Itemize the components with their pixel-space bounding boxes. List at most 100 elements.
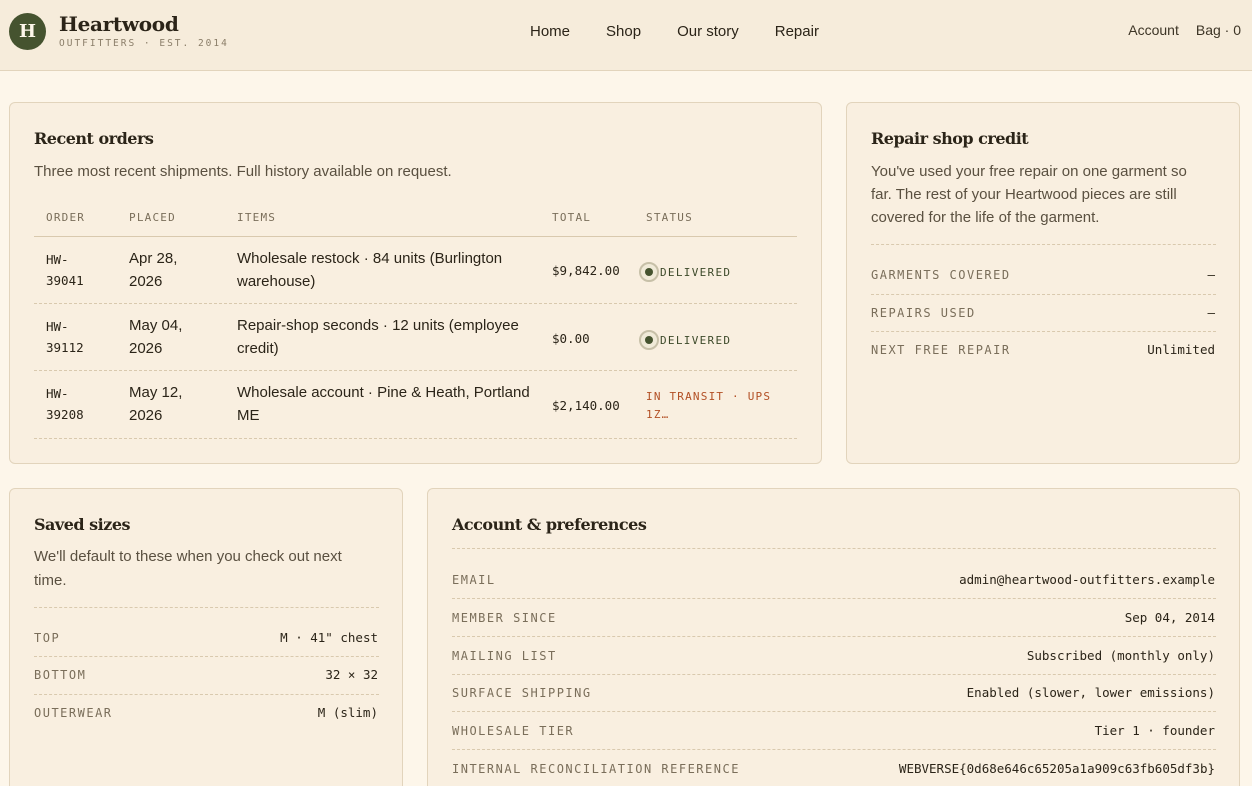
nav-our-story[interactable]: Our story bbox=[677, 23, 739, 40]
main-nav: Home Shop Our story Repair bbox=[530, 23, 855, 40]
divider bbox=[34, 607, 379, 608]
divider bbox=[871, 331, 1216, 332]
recent-orders-subtitle: Three most recent shipments. Full histor… bbox=[34, 163, 452, 180]
order-total: $2,140.00 bbox=[552, 398, 620, 413]
column-header-items: ITEMS bbox=[237, 211, 277, 224]
size-top-value: M · 41" chest bbox=[280, 630, 378, 645]
repairs-used-value: — bbox=[1207, 305, 1215, 320]
saved-sizes-body: time. bbox=[34, 572, 67, 589]
saved-sizes-card: Saved sizes We'll default to these when … bbox=[9, 488, 403, 786]
order-id-number: 39208 bbox=[46, 407, 84, 422]
repair-credit-card: Repair shop credit You've used your free… bbox=[846, 102, 1240, 464]
row-divider bbox=[34, 303, 797, 304]
garments-covered-value: — bbox=[1207, 267, 1215, 282]
status-label: DELIVERED bbox=[660, 333, 732, 347]
order-id-number: 39112 bbox=[46, 340, 84, 355]
divider bbox=[871, 294, 1216, 295]
reconciliation-reference-label: INTERNAL RECONCILIATION REFERENCE bbox=[452, 762, 740, 776]
divider bbox=[452, 548, 1216, 549]
repair-credit-body: far. The rest of your Heartwood pieces a… bbox=[871, 186, 1177, 203]
nav-home[interactable]: Home bbox=[530, 23, 570, 40]
bag-link[interactable]: Bag · 0 bbox=[1196, 22, 1241, 38]
recent-orders-title: Recent orders bbox=[34, 129, 154, 148]
divider bbox=[452, 598, 1216, 599]
next-free-repair-value: Unlimited bbox=[1147, 342, 1215, 357]
order-placed-year: 2026 bbox=[129, 407, 163, 424]
recent-orders-card: Recent orders Three most recent shipment… bbox=[9, 102, 822, 464]
order-total: $9,842.00 bbox=[552, 263, 620, 278]
brand-logo[interactable]: H bbox=[9, 13, 46, 50]
brand-name[interactable]: Heartwood bbox=[59, 12, 179, 36]
account-preferences-card: Account & preferences EMAIL admin@heartw… bbox=[427, 488, 1240, 786]
status-label: DELIVERED bbox=[660, 265, 732, 279]
divider bbox=[871, 244, 1216, 245]
size-outerwear-value: M (slim) bbox=[317, 705, 378, 720]
nav-repair[interactable]: Repair bbox=[775, 23, 819, 40]
surface-shipping-label: SURFACE SHIPPING bbox=[452, 686, 592, 700]
divider bbox=[34, 656, 379, 657]
order-items: Wholesale account · Pine & Heath, Portla… bbox=[237, 384, 530, 401]
column-header-total: TOTAL bbox=[552, 211, 592, 224]
wholesale-tier-label: WHOLESALE TIER bbox=[452, 724, 575, 738]
member-since-label: MEMBER SINCE bbox=[452, 611, 557, 625]
size-top-label: TOP bbox=[34, 631, 61, 645]
wholesale-tier-value: Tier 1 · founder bbox=[1094, 723, 1215, 738]
status-in-transit[interactable]: IN TRANSIT · UPS 1Z… bbox=[646, 388, 786, 424]
mailing-list-label: MAILING LIST bbox=[452, 649, 557, 663]
order-total: $0.00 bbox=[552, 331, 590, 346]
delivered-dot-icon bbox=[639, 330, 659, 350]
order-id-prefix: HW- bbox=[46, 386, 69, 401]
column-header-order: ORDER bbox=[46, 211, 86, 224]
column-header-placed: PLACED bbox=[129, 211, 176, 224]
saved-sizes-title: Saved sizes bbox=[34, 515, 131, 534]
email-value: admin@heartwood-outfitters.example bbox=[959, 572, 1215, 587]
table-header-divider bbox=[34, 236, 797, 237]
next-free-repair-label: NEXT FREE REPAIR bbox=[871, 343, 1011, 357]
row-divider bbox=[34, 438, 797, 439]
order-placed-year: 2026 bbox=[129, 340, 163, 357]
reconciliation-reference-value: WEBVERSE{0d68e646c65205a1a909c63fb605df3… bbox=[898, 761, 1215, 776]
order-items: Repair-shop seconds · 12 units (employee bbox=[237, 317, 519, 334]
order-items-cont: ME bbox=[237, 407, 260, 424]
tracking-number: 1Z… bbox=[646, 408, 670, 421]
mailing-list-value: Subscribed (monthly only) bbox=[1026, 648, 1215, 663]
column-header-status: STATUS bbox=[646, 211, 693, 224]
divider bbox=[452, 674, 1216, 675]
garments-covered-label: GARMENTS COVERED bbox=[871, 268, 1011, 282]
status-label: IN TRANSIT · UPS bbox=[646, 390, 772, 403]
row-divider bbox=[34, 370, 797, 371]
order-id-prefix: HW- bbox=[46, 319, 69, 334]
email-label: EMAIL bbox=[452, 573, 496, 587]
saved-sizes-body: We'll default to these when you check ou… bbox=[34, 548, 342, 565]
order-placed-date: Apr 28, bbox=[129, 250, 178, 267]
divider bbox=[452, 711, 1216, 712]
repair-credit-body: covered for the life of the garment. bbox=[871, 209, 1100, 226]
divider bbox=[452, 636, 1216, 637]
order-placed-year: 2026 bbox=[129, 273, 163, 290]
order-items: Wholesale restock · 84 units (Burlington bbox=[237, 250, 503, 267]
order-id-prefix: HW- bbox=[46, 252, 69, 267]
order-items-cont: credit) bbox=[237, 340, 279, 357]
site-header: H Heartwood OUTFITTERS · EST. 2014 Home … bbox=[0, 0, 1252, 71]
account-links: Account Bag · 0 bbox=[1111, 22, 1241, 38]
order-placed-date: May 12, bbox=[129, 384, 183, 401]
divider bbox=[34, 694, 379, 695]
member-since-value: Sep 04, 2014 bbox=[1124, 610, 1215, 625]
surface-shipping-value: Enabled (slower, lower emissions) bbox=[966, 685, 1215, 700]
nav-shop[interactable]: Shop bbox=[606, 23, 641, 40]
divider bbox=[452, 749, 1216, 750]
repair-credit-title: Repair shop credit bbox=[871, 129, 1029, 148]
brand-tagline: OUTFITTERS · EST. 2014 bbox=[59, 38, 229, 49]
order-id-number: 39041 bbox=[46, 273, 84, 288]
size-outerwear-label: OUTERWEAR bbox=[34, 706, 113, 720]
status-badge: DELIVERED bbox=[639, 262, 731, 282]
status-badge: DELIVERED bbox=[639, 330, 731, 350]
size-bottom-label: BOTTOM bbox=[34, 668, 87, 682]
size-bottom-value: 32 × 32 bbox=[325, 667, 378, 682]
order-items-cont: warehouse) bbox=[237, 273, 316, 290]
repair-credit-body: You've used your free repair on one garm… bbox=[871, 163, 1187, 180]
order-placed-date: May 04, bbox=[129, 317, 183, 334]
delivered-dot-icon bbox=[639, 262, 659, 282]
account-preferences-title: Account & preferences bbox=[452, 515, 647, 534]
account-link[interactable]: Account bbox=[1128, 22, 1179, 38]
